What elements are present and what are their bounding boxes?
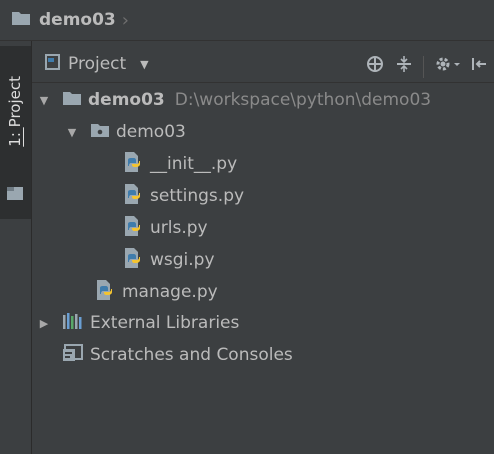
file-name: __init__.py (150, 154, 238, 174)
project-panel-header: Project ▼ (32, 46, 494, 83)
chevron-right-icon: › (121, 9, 129, 31)
python-file-icon (122, 215, 144, 242)
project-tree: ▼ demo03 D:\workspace\python\demo03 ▼ de… (32, 83, 494, 454)
python-file-icon (122, 247, 144, 274)
project-view-icon (44, 53, 62, 76)
chevron-down-icon[interactable]: ▼ (140, 58, 148, 71)
collapse-all-icon[interactable] (394, 54, 414, 79)
navigation-bar: demo03 › (0, 0, 494, 41)
file-name: settings.py (150, 186, 245, 206)
locate-icon[interactable] (365, 54, 385, 79)
toolbar-separator (423, 55, 424, 78)
package-folder-icon (90, 122, 110, 143)
expanded-arrow-icon[interactable]: ▼ (66, 126, 78, 139)
tree-row-file[interactable]: __init__.py (122, 150, 237, 178)
hide-panel-icon[interactable] (470, 54, 488, 79)
project-view-selector[interactable]: Project (68, 54, 126, 74)
collapsed-arrow-icon[interactable]: ▶ (38, 317, 50, 330)
scratches-label: Scratches and Consoles (90, 345, 293, 365)
folder-icon (11, 10, 31, 31)
tree-row-file[interactable]: manage.py (94, 278, 218, 306)
python-file-icon (122, 151, 144, 178)
scratches-icon (62, 343, 84, 368)
external-libraries-label: External Libraries (90, 313, 240, 333)
package-name: demo03 (116, 122, 186, 142)
gear-icon[interactable] (433, 54, 461, 79)
libraries-icon (62, 312, 84, 335)
folder-icon (62, 90, 82, 111)
tree-row-scratches[interactable]: Scratches and Consoles (38, 341, 293, 369)
python-file-icon (94, 279, 116, 306)
root-folder-name: demo03 (88, 90, 165, 110)
file-name: wsgi.py (150, 250, 215, 270)
root-folder-path: D:\workspace\python\demo03 (174, 90, 432, 110)
file-name: urls.py (150, 218, 208, 238)
tree-row-root[interactable]: ▼ demo03 D:\workspace\python\demo03 (38, 86, 431, 114)
tree-row-file[interactable]: wsgi.py (122, 246, 215, 274)
tree-row-file[interactable]: settings.py (122, 182, 244, 210)
tree-row-file[interactable]: urls.py (122, 214, 208, 242)
python-file-icon (122, 183, 144, 210)
file-name: manage.py (122, 282, 218, 302)
tool-window-strip: 1: Project (0, 41, 32, 454)
tree-row-external-libraries[interactable]: ▶ External Libraries (38, 309, 239, 337)
project-tool-window-tab[interactable]: 1: Project (0, 46, 31, 219)
expanded-arrow-icon[interactable]: ▼ (38, 94, 50, 107)
project-tab-label: 1: Project (6, 76, 24, 147)
tree-row-package[interactable]: ▼ demo03 (66, 118, 186, 146)
breadcrumb-project[interactable]: demo03 (39, 10, 116, 30)
project-tab-icon (6, 184, 24, 207)
